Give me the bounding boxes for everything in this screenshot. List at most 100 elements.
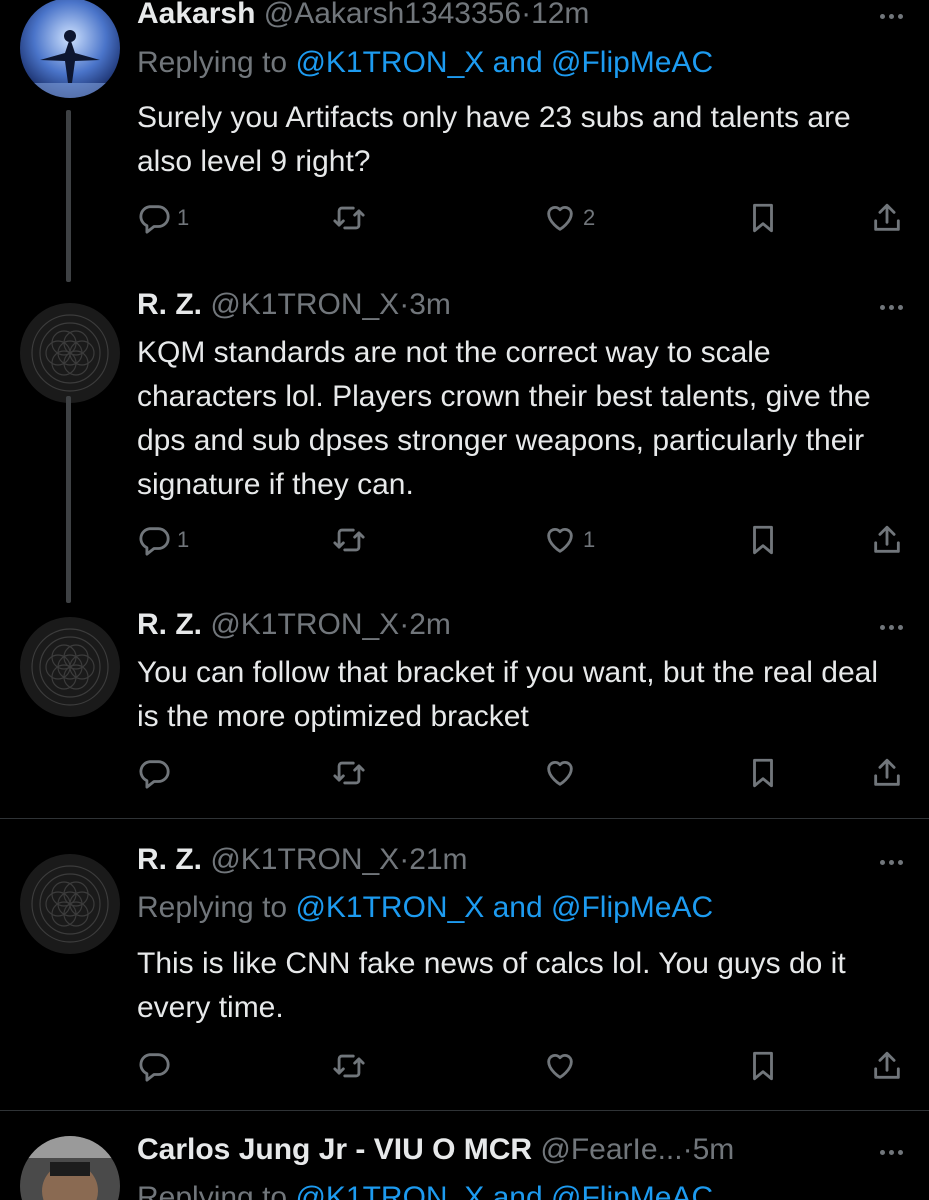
- bookmark-button[interactable]: [746, 753, 780, 793]
- tweet-text: KQM standards are not the correct way to…: [137, 336, 871, 501]
- reply-icon: [139, 527, 170, 556]
- retweet-button[interactable]: [332, 753, 366, 793]
- retweet-icon: [333, 1054, 365, 1078]
- retweet-icon: [333, 528, 365, 552]
- divider: [0, 1110, 929, 1111]
- display-name[interactable]: R. Z.: [137, 843, 202, 876]
- mention-link[interactable]: @K1TRON_X: [295, 1181, 484, 1200]
- retweet-icon: [333, 206, 365, 230]
- share-icon: [874, 1051, 900, 1079]
- bookmark-icon: [753, 525, 773, 555]
- replying-and: and: [484, 1181, 552, 1200]
- display-name[interactable]: R. Z.: [137, 288, 202, 321]
- avatar-carlos[interactable]: [20, 1136, 120, 1200]
- like-icon: [547, 761, 573, 786]
- tweet-text: Surely you Artifacts only have 23 subs a…: [137, 101, 851, 178]
- avatar-rz[interactable]: [20, 854, 120, 954]
- share-icon: [874, 758, 900, 786]
- avatar-rz[interactable]: [20, 617, 120, 717]
- replying-and: and: [484, 891, 552, 924]
- mention-link[interactable]: @K1TRON_X: [295, 891, 484, 924]
- share-button[interactable]: [870, 198, 904, 238]
- tweet-text: This is like CNN fake news of calcs lol.…: [137, 947, 846, 1024]
- avatar-rz[interactable]: [20, 303, 120, 403]
- more-icon[interactable]: [875, 1142, 907, 1162]
- reply-button[interactable]: [137, 753, 171, 793]
- retweet-icon: [333, 761, 365, 785]
- tweet-aakarsh[interactable]: Aakarsh @Aakarsh1343356·12m Replying to …: [0, 0, 929, 282]
- bookmark-button[interactable]: [746, 198, 780, 238]
- separator: ·: [399, 843, 410, 876]
- bookmark-button[interactable]: [746, 1046, 780, 1086]
- avatar-aakarsh[interactable]: [20, 0, 120, 98]
- tweet-rz-3[interactable]: R. Z. @K1TRON_X·21m Replying to @K1TRON_…: [0, 838, 929, 1108]
- action-bar: 1 1: [137, 520, 907, 560]
- reply-count: 1: [177, 527, 190, 552]
- tweet-rz-1[interactable]: R. Z. @K1TRON_X·3m KQM standards are not…: [0, 283, 929, 603]
- reply-icon: [139, 205, 170, 234]
- separator: ·: [399, 608, 410, 641]
- timestamp[interactable]: 3m: [409, 288, 451, 321]
- action-bar: [137, 753, 907, 793]
- reply-button[interactable]: [137, 1046, 171, 1086]
- reply-count: 1: [177, 205, 190, 230]
- bookmark-button[interactable]: [746, 520, 780, 560]
- more-icon[interactable]: [875, 297, 907, 317]
- mention-link[interactable]: @FlipMeAC: [551, 891, 713, 924]
- share-button[interactable]: [870, 520, 904, 560]
- timestamp[interactable]: 12m: [531, 0, 589, 30]
- timestamp[interactable]: 5m: [693, 1133, 735, 1166]
- display-name[interactable]: Aakarsh: [137, 0, 255, 30]
- user-handle[interactable]: @Aakarsh1343356: [264, 0, 521, 30]
- mention-link[interactable]: @FlipMeAC: [551, 46, 713, 79]
- like-button[interactable]: 1: [543, 520, 595, 560]
- action-bar: [137, 1046, 907, 1086]
- tweet-carlos[interactable]: Carlos Jung Jr - VIU O MCR @FearIe...·5m…: [0, 1128, 929, 1200]
- user-handle[interactable]: @K1TRON_X: [210, 288, 399, 321]
- more-icon[interactable]: [875, 852, 907, 872]
- like-icon: [547, 1054, 573, 1079]
- user-handle[interactable]: @K1TRON_X: [210, 843, 399, 876]
- tweet-header: Aakarsh @Aakarsh1343356·12m: [137, 0, 589, 32]
- like-icon: [547, 528, 573, 553]
- mention-link[interactable]: @FlipMeAC: [551, 1181, 713, 1200]
- replying-to: Replying to @K1TRON_X and @FlipMeAC: [137, 1180, 713, 1200]
- mention-link[interactable]: @K1TRON_X: [295, 46, 484, 79]
- timestamp[interactable]: 21m: [409, 843, 467, 876]
- reply-icon: [139, 1053, 170, 1082]
- reply-button[interactable]: 1: [137, 198, 189, 238]
- retweet-button[interactable]: [332, 1046, 366, 1086]
- timestamp[interactable]: 2m: [409, 608, 451, 641]
- share-icon: [874, 203, 900, 231]
- retweet-button[interactable]: [332, 520, 372, 560]
- tweet-header: R. Z. @K1TRON_X·2m: [137, 607, 451, 643]
- replying-and: and: [484, 46, 552, 79]
- share-icon: [874, 525, 900, 553]
- share-button[interactable]: [870, 753, 904, 793]
- display-name[interactable]: Carlos Jung Jr - VIU O MCR: [137, 1133, 532, 1166]
- like-count: 2: [583, 205, 596, 230]
- tweet-header: R. Z. @K1TRON_X·21m: [137, 842, 468, 878]
- replying-prefix: Replying to: [137, 1181, 296, 1200]
- like-button[interactable]: 2: [543, 198, 595, 238]
- more-icon[interactable]: [875, 617, 907, 637]
- share-button[interactable]: [870, 1046, 904, 1086]
- thread-line: [66, 396, 71, 603]
- replying-prefix: Replying to: [137, 891, 296, 924]
- retweet-button[interactable]: [332, 198, 372, 238]
- display-name[interactable]: R. Z.: [137, 608, 202, 641]
- reply-icon: [139, 760, 170, 789]
- more-icon[interactable]: [875, 6, 907, 26]
- reply-button[interactable]: 1: [137, 520, 189, 560]
- like-button[interactable]: [543, 753, 577, 793]
- tweet-rz-2[interactable]: R. Z. @K1TRON_X·2m You can follow that b…: [0, 603, 929, 818]
- bookmark-icon: [753, 758, 773, 788]
- action-bar: 1 2: [137, 198, 907, 238]
- like-button[interactable]: [543, 1046, 577, 1086]
- tweet-text: You can follow that bracket if you want,…: [137, 656, 879, 733]
- tweet-header: R. Z. @K1TRON_X·3m: [137, 287, 451, 323]
- user-handle[interactable]: @K1TRON_X: [210, 608, 399, 641]
- replying-prefix: Replying to: [137, 46, 296, 79]
- like-icon: [547, 206, 573, 231]
- user-handle[interactable]: @FearIe...: [540, 1133, 682, 1166]
